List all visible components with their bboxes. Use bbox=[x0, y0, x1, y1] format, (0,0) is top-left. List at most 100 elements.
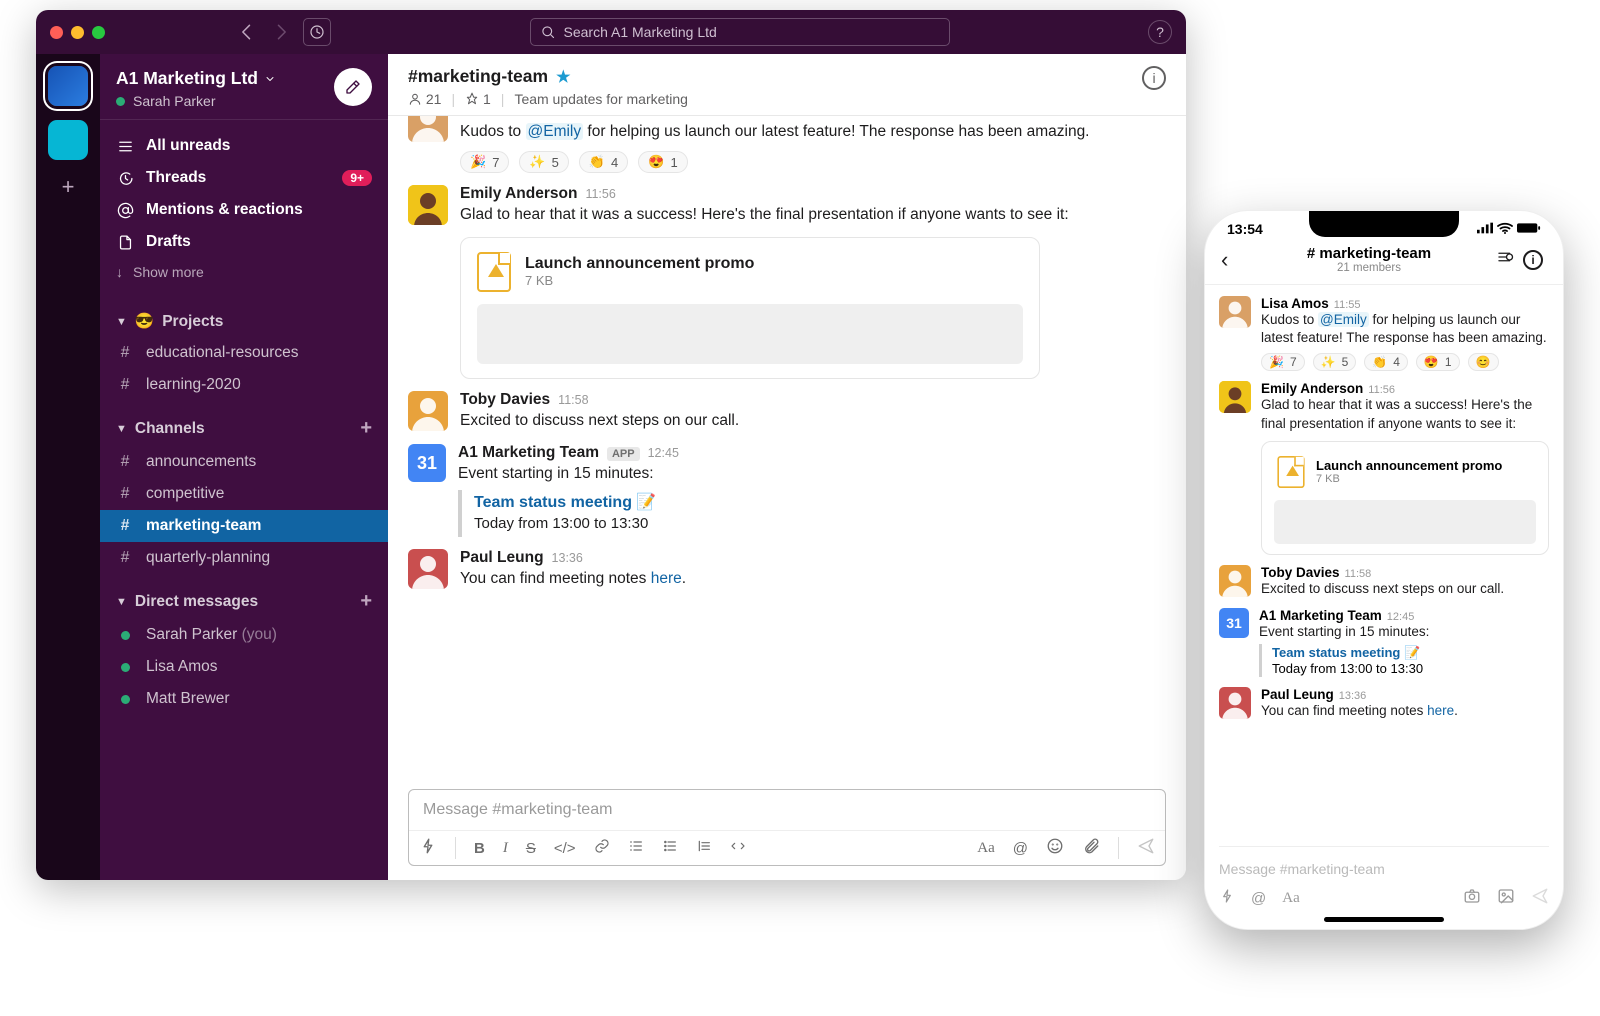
dm-lisa-amos[interactable]: Lisa Amos bbox=[100, 651, 388, 683]
phone-composer-input[interactable]: Message #marketing-team bbox=[1219, 846, 1549, 887]
sidebar-item-unreads[interactable]: All unreads bbox=[100, 130, 388, 162]
channel-announcements[interactable]: #announcements bbox=[100, 446, 388, 478]
add-workspace-button[interactable]: + bbox=[62, 174, 75, 200]
mention-icon[interactable]: @ bbox=[1013, 840, 1028, 857]
close-window-button[interactable] bbox=[50, 26, 63, 39]
calendar-event[interactable]: Team status meeting 📝 Today from 13:00 t… bbox=[458, 490, 1166, 537]
phone-message[interactable]: Paul Leung13:36 You can find meeting not… bbox=[1219, 682, 1549, 725]
dm-sarah-parker[interactable]: Sarah Parker (you) bbox=[100, 619, 388, 651]
channel-educational-resources[interactable]: #educational-resources bbox=[100, 337, 388, 369]
image-icon[interactable] bbox=[1497, 887, 1515, 909]
workspace-1[interactable] bbox=[48, 66, 88, 106]
phone-channel-title[interactable]: # marketing-team bbox=[1251, 245, 1487, 262]
phone-message[interactable]: Toby Davies11:58 Excited to discuss next… bbox=[1219, 560, 1549, 603]
channel-quarterly-planning[interactable]: #quarterly-planning bbox=[100, 542, 388, 574]
format-toggle-icon[interactable]: Aa bbox=[977, 840, 995, 857]
phone-message[interactable]: Emily Anderson11:56 Glad to hear that it… bbox=[1219, 376, 1549, 559]
star-icon[interactable]: ★ bbox=[556, 67, 570, 87]
back-button[interactable] bbox=[235, 22, 259, 42]
sidebar-item-mentions[interactable]: Mentions & reactions bbox=[100, 194, 388, 226]
sidebar-item-drafts[interactable]: Drafts bbox=[100, 226, 388, 258]
add-dm-button[interactable]: + bbox=[360, 590, 372, 613]
message[interactable]: Lisa Amos11:55 Kudos to @Emily for helpi… bbox=[408, 116, 1166, 179]
phone-feed[interactable]: Lisa Amos11:55 Kudos to @Emily for helpi… bbox=[1205, 285, 1563, 833]
ordered-list-icon[interactable] bbox=[628, 838, 644, 858]
current-user[interactable]: Sarah Parker bbox=[116, 93, 276, 109]
reaction[interactable]: 🎉7 bbox=[460, 151, 509, 173]
phone-search-button[interactable] bbox=[1493, 248, 1517, 271]
add-reaction[interactable]: 😊 bbox=[1468, 353, 1499, 371]
calendar-app-icon[interactable]: 31 bbox=[408, 444, 446, 482]
phone-back-button[interactable]: ‹ bbox=[1221, 247, 1245, 273]
message[interactable]: Toby Davies11:58 Excited to discuss next… bbox=[408, 385, 1166, 438]
channel-topic[interactable]: Team updates for marketing bbox=[514, 91, 688, 107]
phone-message[interactable]: 31 A1 Marketing Team12:45 Event starting… bbox=[1219, 603, 1549, 682]
section-projects-header[interactable]: ▼😎Projects bbox=[100, 296, 388, 337]
reaction[interactable]: 😍1 bbox=[638, 151, 687, 173]
message[interactable]: Paul Leung13:36 You can find meeting not… bbox=[408, 543, 1166, 596]
camera-icon[interactable] bbox=[1463, 887, 1481, 909]
channel-pane: #marketing-team ★ 21 1 Team updates for … bbox=[388, 54, 1186, 880]
message-body: Excited to discuss next steps on our cal… bbox=[460, 410, 1166, 432]
shortcuts-icon[interactable] bbox=[1219, 888, 1235, 908]
dm-matt-brewer[interactable]: Matt Brewer bbox=[100, 683, 388, 715]
pin-count[interactable]: 1 bbox=[465, 91, 491, 107]
compose-button[interactable] bbox=[334, 68, 372, 106]
send-button[interactable] bbox=[1531, 887, 1549, 909]
message-feed[interactable]: Lisa Amos11:55 Kudos to @Emily for helpi… bbox=[388, 116, 1186, 789]
quote-icon[interactable] bbox=[696, 838, 712, 858]
channel-learning-2020[interactable]: #learning-2020 bbox=[100, 369, 388, 401]
link-icon[interactable] bbox=[594, 838, 610, 858]
threads-badge: 9+ bbox=[342, 170, 372, 186]
phone-event[interactable]: Team status meeting 📝 Today from 13:00 t… bbox=[1259, 644, 1549, 677]
avatar[interactable] bbox=[408, 549, 448, 589]
slack-mobile-mock: 13:54 ‹ # marketing-team 21 members i Li… bbox=[1204, 210, 1564, 930]
workspace-2[interactable] bbox=[48, 120, 88, 160]
format-icon[interactable]: Aa bbox=[1282, 890, 1300, 907]
add-channel-button[interactable]: + bbox=[360, 417, 372, 440]
bold-icon[interactable]: B bbox=[474, 840, 485, 857]
reaction[interactable]: ✨5 bbox=[519, 151, 568, 173]
emoji-icon[interactable] bbox=[1046, 837, 1064, 859]
reaction[interactable]: 👏4 bbox=[579, 151, 628, 173]
italic-icon[interactable]: I bbox=[503, 840, 508, 857]
channel-details-button[interactable]: i bbox=[1142, 66, 1166, 90]
search-input[interactable]: Search A1 Marketing Ltd bbox=[530, 18, 950, 46]
phone-attachment[interactable]: Launch announcement promo7 KB bbox=[1261, 441, 1549, 555]
channel-competitive[interactable]: #competitive bbox=[100, 478, 388, 510]
phone-message[interactable]: Lisa Amos11:55 Kudos to @Emily for helpi… bbox=[1219, 291, 1549, 376]
history-button[interactable] bbox=[303, 18, 331, 46]
section-channels-header[interactable]: ▼Channels+ bbox=[100, 401, 388, 446]
phone-details-button[interactable]: i bbox=[1523, 250, 1547, 270]
avatar[interactable] bbox=[408, 391, 448, 431]
strike-icon[interactable]: S bbox=[526, 840, 536, 857]
attach-icon[interactable] bbox=[1082, 837, 1100, 859]
sidebar-item-threads[interactable]: Threads 9+ bbox=[100, 162, 388, 194]
forward-button[interactable] bbox=[269, 22, 293, 42]
user-mention[interactable]: @Emily bbox=[526, 123, 584, 140]
bullet-list-icon[interactable] bbox=[662, 838, 678, 858]
message[interactable]: Emily Anderson11:56 Glad to hear that it… bbox=[408, 179, 1166, 384]
window-controls[interactable] bbox=[50, 26, 225, 39]
help-button[interactable]: ? bbox=[1148, 20, 1172, 44]
workspace-switcher[interactable]: A1 Marketing Ltd bbox=[116, 68, 276, 89]
member-count[interactable]: 21 bbox=[408, 91, 441, 107]
channel-title[interactable]: #marketing-team ★ bbox=[408, 66, 688, 87]
mention-icon[interactable]: @ bbox=[1251, 890, 1266, 907]
minimize-window-button[interactable] bbox=[71, 26, 84, 39]
section-dms-header[interactable]: ▼Direct messages+ bbox=[100, 574, 388, 619]
send-button[interactable] bbox=[1137, 837, 1155, 859]
shortcuts-icon[interactable] bbox=[419, 837, 437, 859]
message-composer[interactable]: Message #marketing-team B I S </> bbox=[408, 789, 1166, 866]
composer-input[interactable]: Message #marketing-team bbox=[409, 790, 1165, 830]
code-icon[interactable]: </> bbox=[554, 840, 576, 857]
maximize-window-button[interactable] bbox=[92, 26, 105, 39]
file-attachment[interactable]: Launch announcement promo 7 KB bbox=[460, 237, 1040, 379]
message-link[interactable]: here bbox=[651, 570, 682, 587]
sidebar-show-more[interactable]: ↓Show more bbox=[100, 258, 388, 290]
message[interactable]: 31 A1 Marketing TeamAPP12:45 Event start… bbox=[408, 438, 1166, 542]
avatar[interactable] bbox=[408, 116, 448, 142]
code-block-icon[interactable] bbox=[730, 838, 746, 858]
channel-marketing-team[interactable]: #marketing-team bbox=[100, 510, 388, 542]
avatar[interactable] bbox=[408, 185, 448, 225]
